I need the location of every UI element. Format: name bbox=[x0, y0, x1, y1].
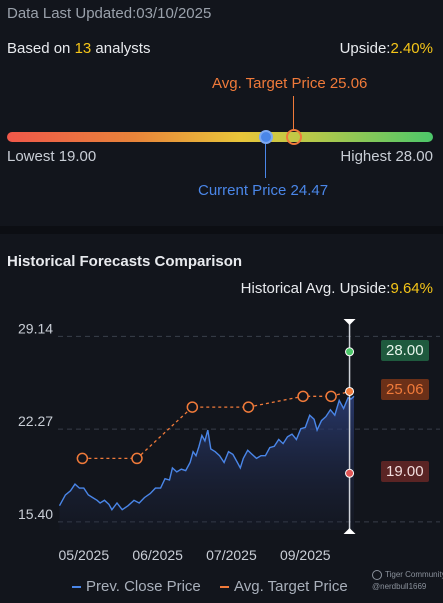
x-tick-label: 05/2025 bbox=[59, 547, 110, 563]
forecast-marker bbox=[345, 386, 355, 396]
forecast-marker bbox=[345, 468, 355, 478]
forecast-marker bbox=[345, 347, 355, 357]
avg-target-point bbox=[242, 401, 255, 413]
legend-avg-target: Avg. Target Price bbox=[220, 578, 348, 595]
avg-target-point bbox=[186, 401, 199, 413]
tiger-logo-icon bbox=[372, 570, 382, 580]
legend-prev-swatch bbox=[72, 586, 81, 589]
y-tick-label: 29.14 bbox=[18, 320, 53, 336]
avg-target-point bbox=[297, 390, 309, 403]
range-top-caret-icon bbox=[343, 319, 356, 325]
avg-target-point bbox=[131, 452, 143, 465]
y-tick-label: 15.40 bbox=[18, 506, 53, 522]
legend-avg-swatch bbox=[220, 586, 229, 589]
legend-avg-label: Avg. Target Price bbox=[234, 578, 348, 595]
watermark-user: @nerdbull1669 bbox=[372, 582, 427, 591]
x-tick-label: 09/2025 bbox=[280, 547, 331, 563]
legend-prev-close: Prev. Close Price bbox=[72, 578, 201, 595]
forecast-low-tag: 19.00 bbox=[381, 461, 429, 483]
forecast-avg-tag: 25.06 bbox=[381, 379, 429, 401]
forecast-high-tag: 28.00 bbox=[381, 339, 429, 361]
avg-target-point bbox=[76, 452, 89, 465]
x-tick-label: 07/2025 bbox=[206, 547, 257, 563]
y-tick-label: 22.27 bbox=[18, 413, 53, 429]
watermark-brand: Tiger Community bbox=[385, 570, 443, 579]
x-tick-label: 06/2025 bbox=[132, 547, 183, 563]
historical-forecast-chart: 29.14 22.27 15.40 05/2025 06/2025 07/2025 09/2… bbox=[18, 319, 440, 563]
avg-target-point bbox=[325, 390, 337, 403]
watermark: Tiger Community @nerdbull1669 bbox=[372, 570, 443, 592]
legend-prev-label: Prev. Close Price bbox=[86, 578, 201, 595]
